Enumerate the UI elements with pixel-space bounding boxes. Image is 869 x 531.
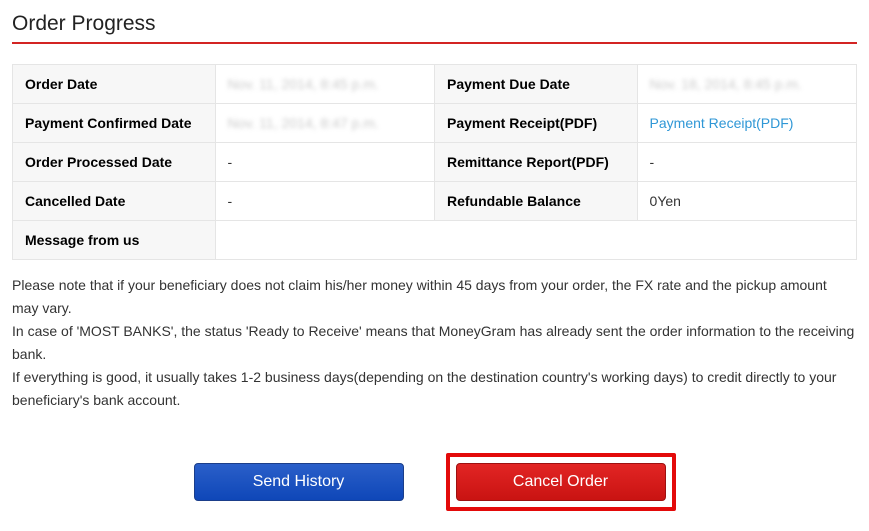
refundable-balance-label: Refundable Balance — [434, 182, 637, 221]
cancel-order-button[interactable]: Cancel Order — [456, 463, 666, 501]
order-date-label: Order Date — [13, 65, 216, 104]
payment-receipt-link[interactable]: Payment Receipt(PDF) — [650, 115, 794, 131]
button-row: Send History Cancel Order — [12, 453, 857, 519]
payment-due-date-value: Nov. 18, 2014, 8:45 p.m. — [650, 76, 802, 92]
cancel-order-highlight: Cancel Order — [446, 453, 676, 511]
payment-receipt-label: Payment Receipt(PDF) — [434, 104, 637, 143]
payment-confirmed-date-label: Payment Confirmed Date — [13, 104, 216, 143]
remittance-report-label: Remittance Report(PDF) — [434, 143, 637, 182]
divider — [12, 42, 857, 44]
order-date-value: Nov. 11, 2014, 8:45 p.m. — [228, 76, 379, 92]
order-processed-date-label: Order Processed Date — [13, 143, 216, 182]
payment-confirmed-date-value: Nov. 11, 2014, 8:47 p.m. — [228, 115, 379, 131]
order-processed-date-value: - — [215, 143, 434, 182]
refundable-balance-value: 0Yen — [637, 182, 856, 221]
remittance-report-value: - — [637, 143, 856, 182]
notes-text: Please note that if your beneficiary doe… — [12, 274, 857, 413]
order-progress-table: Order Date Nov. 11, 2014, 8:45 p.m. Paym… — [12, 64, 857, 260]
page-title: Order Progress — [12, 12, 857, 36]
message-from-us-value — [215, 221, 856, 260]
payment-due-date-label: Payment Due Date — [434, 65, 637, 104]
message-from-us-label: Message from us — [13, 221, 216, 260]
cancelled-date-label: Cancelled Date — [13, 182, 216, 221]
send-history-button[interactable]: Send History — [194, 463, 404, 501]
cancelled-date-value: - — [215, 182, 434, 221]
